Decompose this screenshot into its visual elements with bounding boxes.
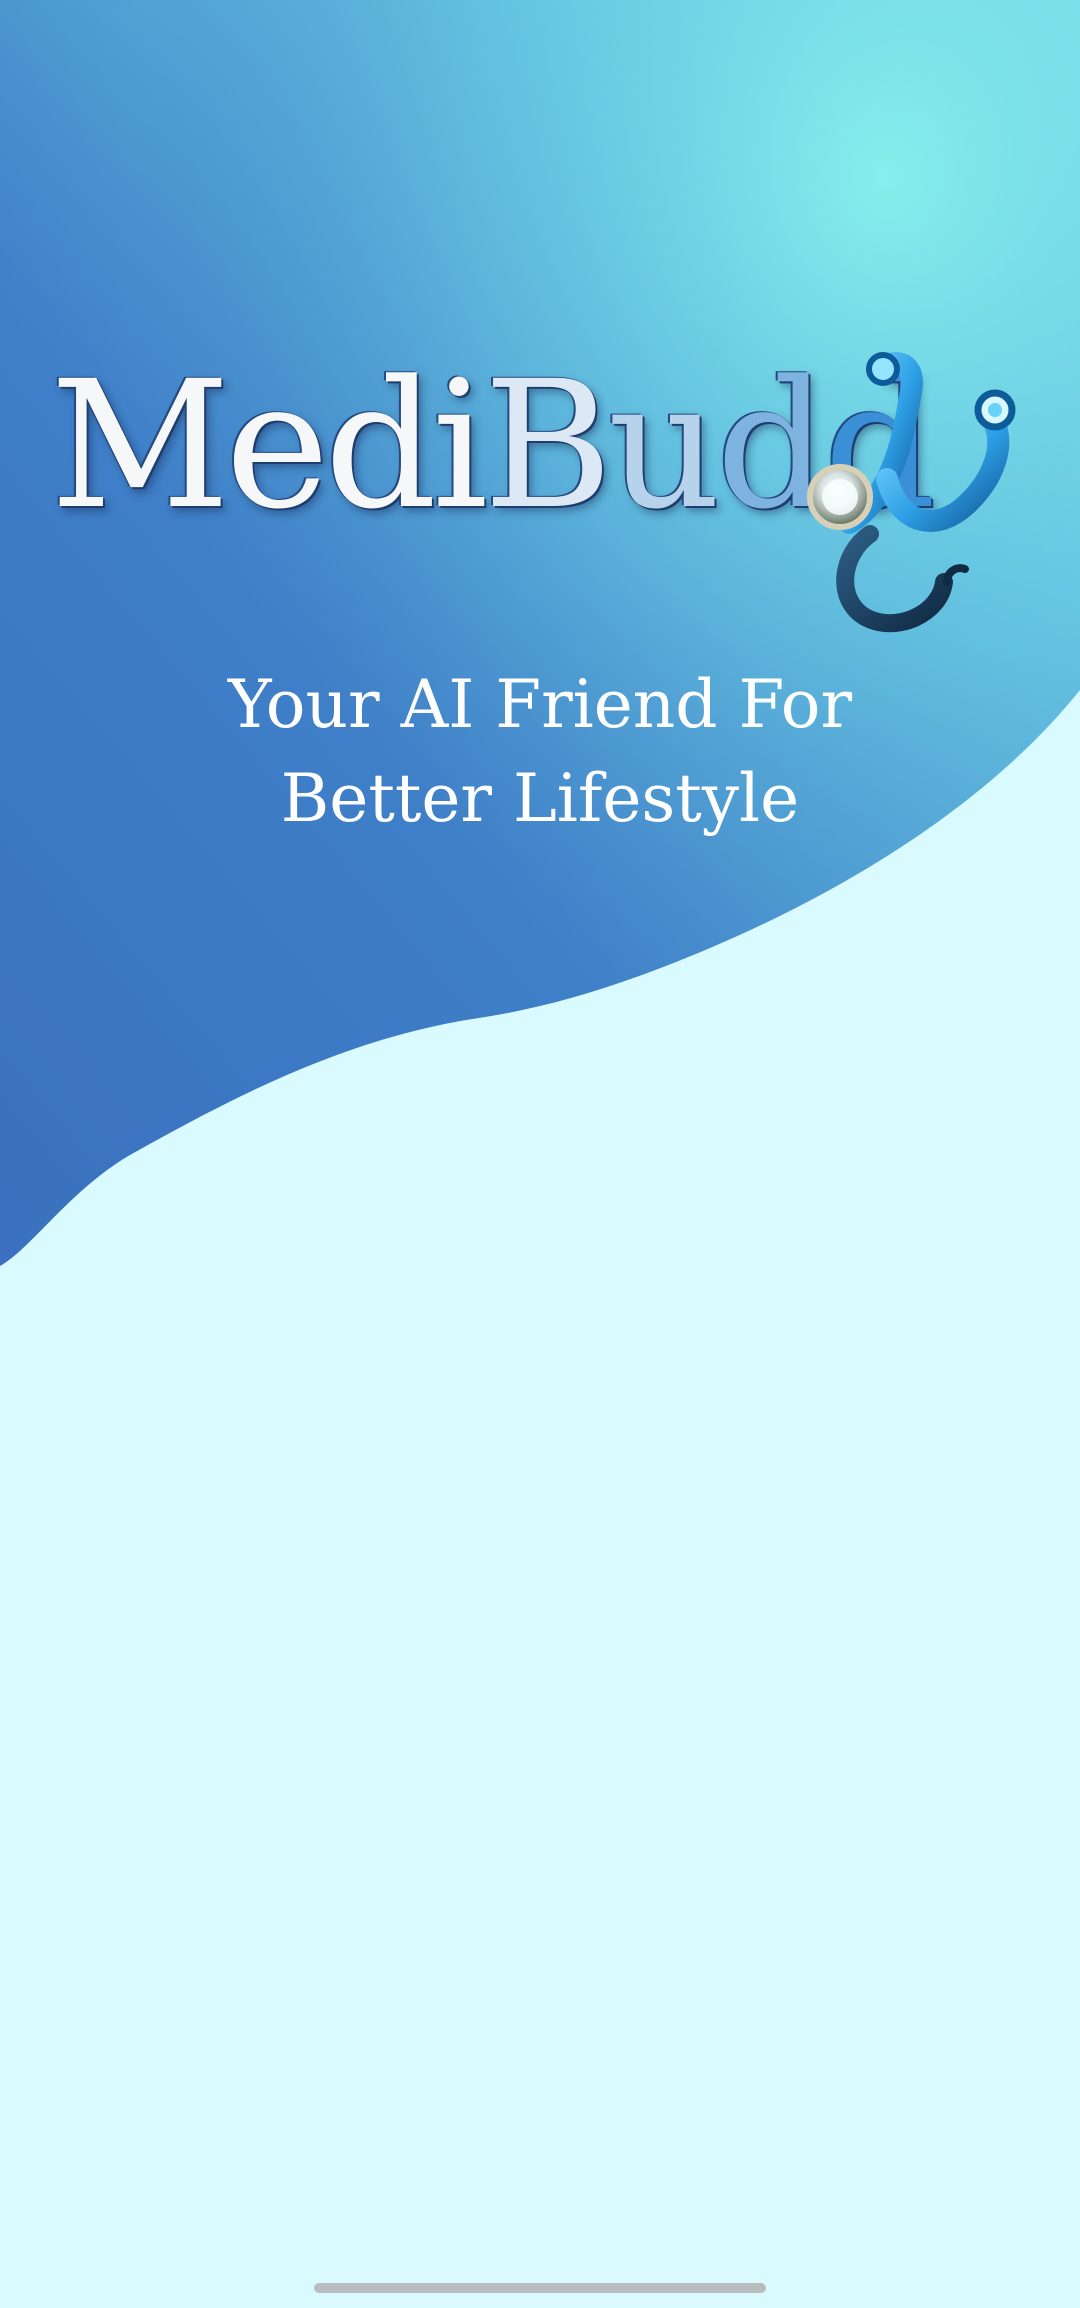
logo-text-b: B bbox=[483, 343, 612, 548]
tagline-line-1: Your AI Friend For bbox=[227, 666, 853, 743]
header-wave-background bbox=[0, 0, 1080, 1266]
medibuddy-logo: MediBudd bbox=[40, 340, 1050, 640]
logo-text-u: u bbox=[607, 343, 721, 548]
tagline-line-2: Better Lifestyle bbox=[280, 760, 800, 837]
logo-text-medi: Medi bbox=[50, 343, 488, 548]
app-tagline: Your AI Friend For Better Lifestyle bbox=[0, 658, 1080, 846]
stethoscope-icon bbox=[807, 352, 1016, 633]
home-indicator[interactable] bbox=[314, 2283, 766, 2293]
splash-screen: MediBudd Your AI Friend For Better Lifes… bbox=[0, 0, 1080, 2308]
